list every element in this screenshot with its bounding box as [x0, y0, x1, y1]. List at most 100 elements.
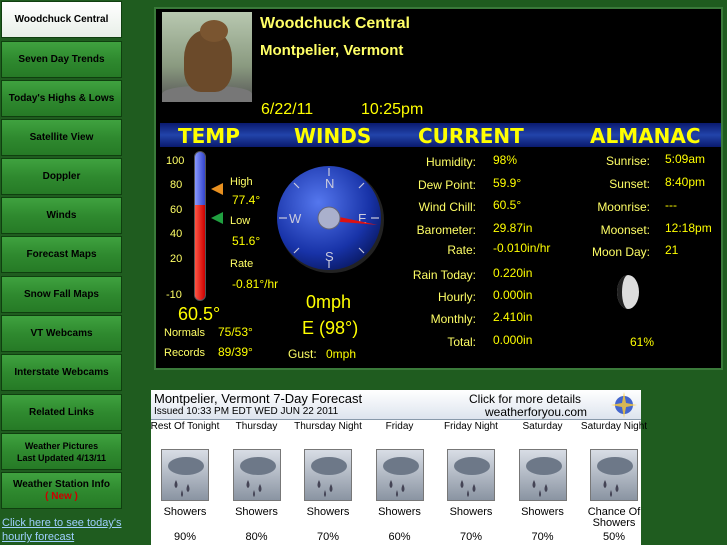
- current-label: Total:: [447, 335, 476, 349]
- winds-heading: WINDS: [294, 124, 372, 148]
- low-label: Low: [230, 215, 251, 227]
- almanac-heading: ALMANAC: [590, 124, 701, 148]
- nav-forecast-maps[interactable]: Forecast Maps: [1, 236, 122, 273]
- section-banner: TEMP WINDS CURRENT ALMANAC: [160, 123, 721, 148]
- nav-weather-pictures[interactable]: Weather Pictures Last Updated 4/13/11: [1, 433, 122, 470]
- weatherforyou-logo-icon: [611, 392, 637, 418]
- nav-snow-fall-maps[interactable]: Snow Fall Maps: [1, 276, 122, 313]
- showers-icon: [232, 449, 281, 501]
- nav-label: Weather Station Info: [12, 478, 111, 490]
- seven-day-forecast[interactable]: Montpelier, Vermont 7-Day Forecast Issue…: [150, 390, 647, 545]
- nav-label: Weather Pictures: [24, 440, 99, 451]
- moon-illumination: 61%: [630, 335, 655, 349]
- nav-label: Satellite View: [29, 131, 94, 143]
- almanac-label: Moonrise:: [597, 200, 650, 214]
- moon-phase-icon: [617, 275, 639, 309]
- precip-chance: 50%: [602, 531, 626, 543]
- nav-related-links[interactable]: Related Links: [1, 394, 122, 431]
- current-value: 60.5°: [493, 198, 522, 212]
- nav-todays-highs-lows[interactable]: Today's Highs & Lows: [1, 80, 122, 117]
- forecast-condition: Showers: [235, 506, 278, 518]
- woodchuck-head: [200, 20, 228, 42]
- nav-satellite-view[interactable]: Satellite View: [1, 119, 122, 156]
- forecast-condition: Showers: [449, 506, 493, 518]
- forecast-day[interactable]: Saturday Night Chance Of Showers 50%: [579, 421, 649, 543]
- compass-n: N: [325, 176, 334, 191]
- current-value: 29.87in: [493, 221, 533, 235]
- records-value: 89/39°: [218, 345, 253, 359]
- nav-winds[interactable]: Winds: [1, 197, 122, 234]
- current-heading: CURRENT: [418, 124, 524, 148]
- forecast-day[interactable]: Saturday Showers 70%: [508, 421, 578, 543]
- forecast-condition: Showers: [521, 506, 564, 518]
- forecast-site[interactable]: weatherforyou.com: [485, 405, 587, 419]
- showers-icon: [304, 449, 352, 501]
- forecast-day-name: Friday: [385, 421, 414, 432]
- nav-sublabel: Last Updated 4/13/11: [16, 452, 107, 463]
- forecast-day[interactable]: Rest Of Tonight Showers 90%: [150, 421, 220, 543]
- scale-tick: 40: [170, 228, 183, 240]
- almanac-value: 5:09am: [665, 152, 706, 166]
- new-badge: ( New ): [45, 490, 78, 502]
- nav-doppler[interactable]: Doppler: [1, 158, 122, 195]
- showers-icon: [518, 449, 567, 501]
- current-label: Humidity:: [425, 155, 476, 169]
- current-value: 2.410in: [493, 310, 533, 324]
- showers-icon: [161, 449, 209, 501]
- nav-label: Seven Day Trends: [18, 53, 105, 65]
- current-label: Dew Point:: [417, 178, 476, 192]
- forecast-click-text[interactable]: Click for more details: [469, 392, 581, 406]
- almanac-value: 8:40pm: [665, 175, 706, 189]
- thermometer-fill: [195, 205, 205, 300]
- low-marker-icon: [211, 212, 223, 224]
- almanac-label: Moonset:: [600, 223, 650, 237]
- current-label: Rain Today:: [412, 268, 476, 282]
- nav-woodchuck-central[interactable]: Woodchuck Central: [1, 1, 122, 38]
- scale-tick: 80: [170, 179, 183, 191]
- almanac-value: 12:18pm: [665, 221, 712, 235]
- sidebar-nav: Woodchuck Central Seven Day Trends Today…: [0, 0, 124, 545]
- scale-tick: 20: [170, 253, 183, 265]
- forecast-day[interactable]: Friday Showers 60%: [365, 421, 435, 543]
- current-value: 0.220in: [493, 266, 533, 280]
- forecast-day[interactable]: Friday Night Showers 70%: [436, 421, 506, 543]
- current-value: 0.000in: [493, 288, 533, 302]
- high-value: 77.4°: [232, 193, 261, 207]
- nav-label: Woodchuck Central: [14, 13, 109, 25]
- current-value: 59.9°: [493, 176, 522, 190]
- current-label: Barometer:: [416, 223, 476, 237]
- forecast-day-name: Saturday: [522, 421, 563, 432]
- current-value: 0.000in: [493, 333, 533, 347]
- nav-seven-day-trends[interactable]: Seven Day Trends: [1, 41, 122, 78]
- weather-panel: Woodchuck Central Montpelier, Vermont 6/…: [154, 7, 723, 370]
- gust-label: Gust:: [288, 347, 317, 361]
- nav-label: Snow Fall Maps: [23, 288, 99, 300]
- forecast-day[interactable]: Thursday Night Showers 70%: [293, 421, 363, 543]
- forecast-day-name: Thursday Night: [294, 421, 362, 432]
- nav-weather-station-info[interactable]: Weather Station Info ( New ): [1, 472, 122, 509]
- forecast-day-name: Rest Of Tonight: [150, 421, 220, 432]
- forecast-day-name: Saturday Night: [580, 421, 648, 432]
- showers-icon: [447, 449, 495, 501]
- precip-chance: 70%: [531, 531, 554, 543]
- showers-icon: [590, 449, 638, 501]
- location-title: Montpelier, Vermont: [260, 42, 404, 59]
- forecast-condition: Showers: [306, 506, 350, 518]
- hourly-forecast-link[interactable]: Click here to see today's hourly forecas…: [2, 516, 132, 544]
- precip-chance: 90%: [173, 531, 197, 543]
- forecast-day[interactable]: Thursday Showers 80%: [222, 421, 292, 543]
- current-value: -0.010in/hr: [493, 241, 551, 255]
- rate-label: Rate: [230, 258, 254, 270]
- precip-chance: 70%: [316, 531, 340, 543]
- wind-direction: E (98°): [302, 318, 359, 338]
- nav-interstate-webcams[interactable]: Interstate Webcams: [1, 354, 122, 391]
- showers-icon: [375, 449, 424, 501]
- current-label: Hourly:: [437, 290, 476, 304]
- nav-vt-webcams[interactable]: VT Webcams: [1, 315, 122, 352]
- compass-hub: [317, 206, 341, 230]
- temp-heading: TEMP: [178, 124, 240, 148]
- thermometer: [194, 151, 206, 301]
- nav-label: Today's Highs & Lows: [8, 92, 115, 104]
- forecast-condition: Showers: [378, 506, 421, 518]
- compass-w: W: [289, 211, 302, 226]
